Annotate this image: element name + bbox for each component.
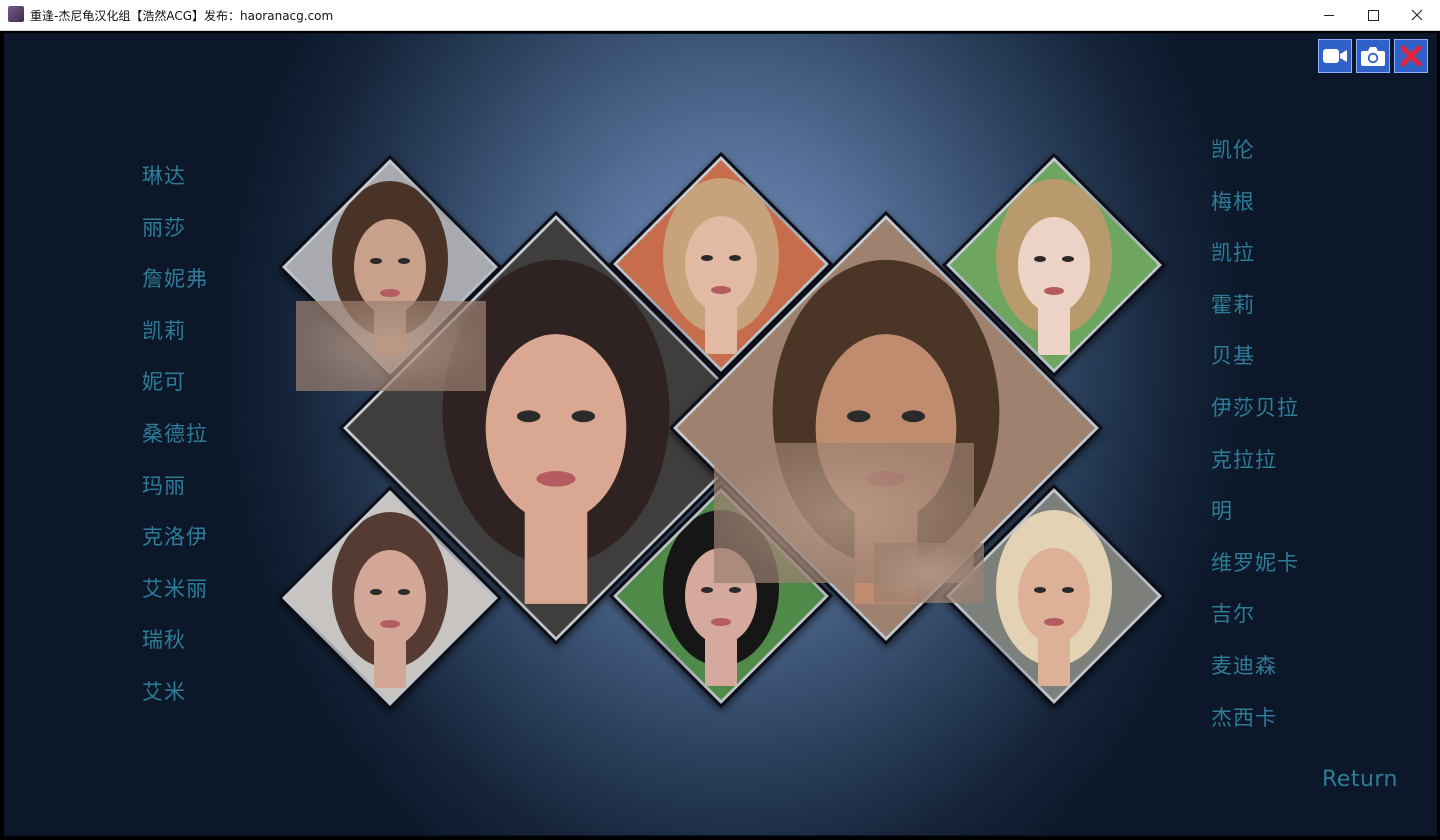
character-name[interactable]: 霍莉 — [1211, 287, 1299, 339]
character-name[interactable]: 维罗妮卡 — [1211, 545, 1299, 597]
maximize-icon — [1367, 9, 1379, 21]
character-name[interactable]: 凯伦 — [1211, 132, 1299, 184]
character-name[interactable]: 妮可 — [142, 364, 208, 416]
red-x-icon — [1400, 45, 1422, 67]
character-name[interactable]: 琳达 — [142, 158, 208, 210]
close-icon — [1411, 9, 1423, 21]
window-title: 重逢-杰尼龟汉化组【浩然ACG】发布：haoranacg.com — [30, 9, 334, 23]
character-name[interactable]: 梅根 — [1211, 184, 1299, 236]
character-name[interactable]: 凯拉 — [1211, 235, 1299, 287]
character-name[interactable]: 艾米 — [142, 674, 208, 726]
character-name[interactable]: 贝基 — [1211, 338, 1299, 390]
character-name[interactable]: 吉尔 — [1211, 596, 1299, 648]
character-list-right: 凯伦 梅根 凯拉 霍莉 贝基 伊莎贝拉 克拉拉 明 维罗妮卡 吉尔 麦迪森 杰西… — [1211, 132, 1299, 751]
close-gallery-button[interactable] — [1394, 39, 1428, 73]
character-name[interactable]: 克洛伊 — [142, 519, 208, 571]
character-name[interactable]: 丽莎 — [142, 210, 208, 262]
censor-blur-patch — [874, 543, 984, 603]
gallery-screen: 琳达 丽莎 詹妮弗 凯莉 妮可 桑德拉 玛丽 克洛伊 艾米丽 瑞秋 艾米 凯伦 … — [4, 33, 1437, 836]
character-name[interactable]: 杰西卡 — [1211, 700, 1299, 752]
minimize-button[interactable] — [1306, 0, 1352, 30]
record-video-button[interactable] — [1318, 39, 1352, 73]
minimize-icon — [1324, 14, 1334, 16]
character-list-left: 琳达 丽莎 詹妮弗 凯莉 妮可 桑德拉 玛丽 克洛伊 艾米丽 瑞秋 艾米 — [142, 158, 208, 726]
censor-blur-patch — [296, 301, 486, 391]
close-window-button[interactable] — [1394, 0, 1440, 30]
character-name[interactable]: 玛丽 — [142, 468, 208, 520]
character-name[interactable]: 伊莎贝拉 — [1211, 390, 1299, 442]
app-icon — [8, 6, 24, 22]
character-name[interactable]: 克拉拉 — [1211, 442, 1299, 494]
character-name[interactable]: 瑞秋 — [142, 622, 208, 674]
maximize-button[interactable] — [1350, 0, 1396, 30]
title-bar[interactable]: 重逢-杰尼龟汉化组【浩然ACG】发布：haoranacg.com — [0, 0, 1440, 31]
screenshot-button[interactable] — [1356, 39, 1390, 73]
character-name[interactable]: 詹妮弗 — [142, 261, 208, 313]
game-window: 重逢-杰尼龟汉化组【浩然ACG】发布：haoranacg.com 琳达 丽莎 詹… — [0, 0, 1440, 840]
toolbar — [1318, 39, 1428, 73]
character-name[interactable]: 明 — [1211, 493, 1299, 545]
character-name[interactable]: 麦迪森 — [1211, 648, 1299, 700]
video-camera-icon — [1323, 49, 1347, 63]
character-name[interactable]: 凯莉 — [142, 313, 208, 365]
character-name[interactable]: 桑德拉 — [142, 416, 208, 468]
return-button[interactable]: Return — [1322, 767, 1398, 792]
character-name[interactable]: 艾米丽 — [142, 571, 208, 623]
camera-icon — [1361, 47, 1385, 66]
